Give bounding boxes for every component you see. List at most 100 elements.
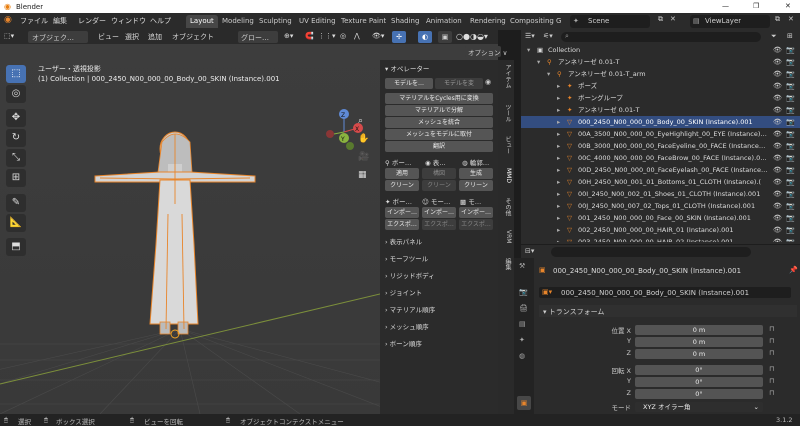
clean-button-2[interactable]: クリーン [422, 180, 456, 191]
clean-button-1[interactable]: クリーン [385, 180, 419, 191]
view-layer-tab-icon[interactable]: ▤ [519, 320, 526, 328]
visibility-eye-icon[interactable]: 👁 [773, 140, 782, 152]
copy-viewlayer-icon[interactable]: ⧉ [775, 15, 780, 24]
tab-compositing[interactable]: Compositing [506, 15, 558, 28]
disclosure-arrow-icon[interactable]: ▸ [557, 140, 560, 152]
disclosure-arrow-icon[interactable]: ▸ [557, 176, 560, 188]
outliner-row[interactable]: ▸ ▽ 00H_2450_N00_001_01_Bottoms_01_CLOTH (… [521, 176, 800, 188]
panel-bone-order[interactable]: › ボーン順序 [385, 338, 422, 348]
merge-mesh-button[interactable]: メッシュを統合 [385, 117, 493, 128]
render-camera-icon[interactable]: 📷 [786, 236, 795, 242]
bone-section-header[interactable]: ⚲ ボー… [385, 157, 411, 167]
minimize-button[interactable]: — [722, 2, 729, 10]
render-camera-icon[interactable]: 📷 [786, 116, 795, 128]
tab-sculpting[interactable]: Sculpting [255, 15, 296, 28]
location-z-field[interactable]: 0 m [635, 349, 763, 359]
visibility-eye-icon[interactable]: 👁 [773, 116, 782, 128]
import-button-3[interactable]: インポー… [459, 207, 493, 218]
visibility-eye-icon[interactable]: 👁 [773, 200, 782, 212]
disclosure-arrow-icon[interactable]: ▸ [557, 212, 560, 224]
disclosure-arrow-icon[interactable]: ▸ [557, 152, 560, 164]
delete-scene-icon[interactable]: ✕ [670, 15, 676, 23]
render-camera-icon[interactable]: 📷 [786, 128, 795, 140]
menu-help[interactable]: ヘルプ [150, 16, 171, 26]
cycles-convert-button[interactable]: マテリアルをCycles用に変換 [385, 93, 493, 104]
clean-button-3[interactable]: クリーン [459, 180, 493, 191]
visibility-eye-icon[interactable]: 👁 [773, 80, 782, 92]
editor-type-icon[interactable]: ⬚▾ [4, 32, 14, 40]
outliner-row[interactable]: ▾ ▣ Collection 👁 📷 [521, 44, 800, 56]
tab-tool[interactable]: ツール [500, 104, 512, 122]
tab-other[interactable]: その他 [500, 198, 512, 216]
panel-material-order[interactable]: › マテリアル順序 [385, 304, 435, 314]
menu-file[interactable]: ファイル [20, 16, 48, 26]
menu-render[interactable]: レンダー [78, 16, 106, 26]
render-camera-icon[interactable]: 📷 [786, 212, 795, 224]
operator-header[interactable]: ▾ オペレーター [385, 63, 429, 73]
outliner-row[interactable]: ▸ ▽ 00A_3500_N00_000_00_EyeHighlight_00_EY… [521, 128, 800, 140]
bone-row-3[interactable]: ▩ モ… [460, 196, 481, 206]
annotate-tool-icon[interactable]: ✎ [6, 194, 26, 212]
select-box-tool-icon[interactable]: ⬚ [6, 65, 26, 83]
transform-tool-icon[interactable]: ⊞ [6, 169, 26, 187]
pivot-icon[interactable]: ⊕▾ [284, 32, 293, 40]
transform-panel-header[interactable]: ▾ トランスフォーム [539, 305, 797, 317]
camera-icon[interactable]: 🎥 [358, 152, 369, 162]
location-x-field[interactable]: 0 m [635, 325, 763, 335]
falloff-icon[interactable]: ⋀ [354, 32, 360, 40]
tool-tab-icon[interactable]: ⚒ [519, 262, 525, 270]
visibility-eye-icon[interactable]: 👁 [773, 56, 782, 68]
panel-display[interactable]: › 表示パネル [385, 236, 422, 246]
generate-button[interactable]: 生成 [459, 168, 493, 179]
zoom-icon[interactable]: ⌕ [358, 116, 363, 126]
tab-shading[interactable]: Shading [387, 15, 423, 28]
tab-uv-editing[interactable]: UV Editing [295, 15, 340, 28]
copy-scene-icon[interactable]: ⧉ [658, 15, 663, 24]
panel-morph[interactable]: › モーフツール [385, 253, 428, 263]
import-button-2[interactable]: インポー… [422, 207, 456, 218]
export-button-2[interactable]: エクスポ… [422, 219, 456, 230]
visibility-eye-icon[interactable]: 👁 [773, 212, 782, 224]
disclosure-arrow-icon[interactable]: ▸ [557, 200, 560, 212]
outliner-row[interactable]: ▾ ⚲ アンネリーゼ 0.01-T_arm 👁 📷 [521, 68, 800, 80]
outliner-row[interactable]: ▾ ⚲ アンネリーゼ 0.01-T 👁 📷 [521, 56, 800, 68]
render-camera-icon[interactable]: 📷 [786, 176, 795, 188]
disclosure-arrow-icon[interactable]: ▸ [557, 128, 560, 140]
mode-dropdown[interactable]: オブジェク… [28, 31, 88, 43]
tab-rendering[interactable]: Rendering [466, 15, 510, 28]
visibility-eye-icon[interactable]: 👁 [773, 152, 782, 164]
menu-add[interactable]: 追加 [148, 32, 162, 42]
filter-mode-icon[interactable]: ⚟▾ [543, 32, 553, 40]
scene-selector[interactable]: ✦ Scene [570, 15, 650, 28]
orientation-dropdown[interactable]: グロー… [238, 31, 278, 43]
rotation-z-field[interactable]: 0° [635, 389, 763, 399]
shading-modes-icon[interactable]: ○●◑◒▾ [456, 32, 488, 41]
apply-button[interactable]: 適用 [385, 168, 419, 179]
snap-type-icon[interactable]: ⋮⋮▾ [318, 32, 336, 40]
disclosure-arrow-icon[interactable]: ▸ [557, 92, 560, 104]
object-name-field[interactable]: ▣▾ 000_2450_N00_000_00_Body_00_SKIN (Ins… [539, 287, 791, 298]
tab-view[interactable]: ビュー [500, 136, 512, 154]
new-collection-icon[interactable]: ⊞ [787, 32, 793, 40]
outliner-row[interactable]: ▸ ▽ 001_2450_N00_000_00_Face_00_SKIN (Inst… [521, 212, 800, 224]
pin-icon[interactable]: 📌 [789, 266, 798, 274]
pan-hand-icon[interactable]: ✋ [358, 134, 369, 144]
overlay-toggle-icon[interactable]: ◐ [418, 31, 432, 43]
rotation-mode-dropdown[interactable]: XYZ オイラー角 ⌄ [635, 402, 763, 412]
import-button-1[interactable]: インポー… [385, 207, 419, 218]
outliner-row[interactable]: ▸ ▽ 00J_2450_N00_007_02_Tops_01_CLOTH (Ins… [521, 200, 800, 212]
tab-modeling[interactable]: Modeling [218, 15, 258, 28]
translate-button[interactable]: 翻訳 [385, 141, 493, 152]
lock-icon[interactable]: ⊓ [769, 365, 774, 373]
tab-texture-paint[interactable]: Texture Paint [337, 15, 390, 28]
bone-row-2[interactable]: ☺ モー… [422, 196, 450, 206]
disclosure-arrow-icon[interactable]: ▸ [557, 224, 560, 236]
xray-toggle-icon[interactable]: ▣ [438, 31, 452, 43]
model-button-b[interactable]: モデルを変 [435, 78, 483, 89]
visibility-eye-icon[interactable]: 👁 [773, 164, 782, 176]
disclosure-arrow-icon[interactable]: ▸ [557, 104, 560, 116]
disclosure-arrow-icon[interactable]: ▸ [557, 116, 560, 128]
delete-viewlayer-icon[interactable]: ✕ [788, 15, 794, 23]
panel-rigidbody[interactable]: › リジッドボディ [385, 270, 435, 280]
options-button[interactable]: オプション ∨ [465, 46, 507, 57]
